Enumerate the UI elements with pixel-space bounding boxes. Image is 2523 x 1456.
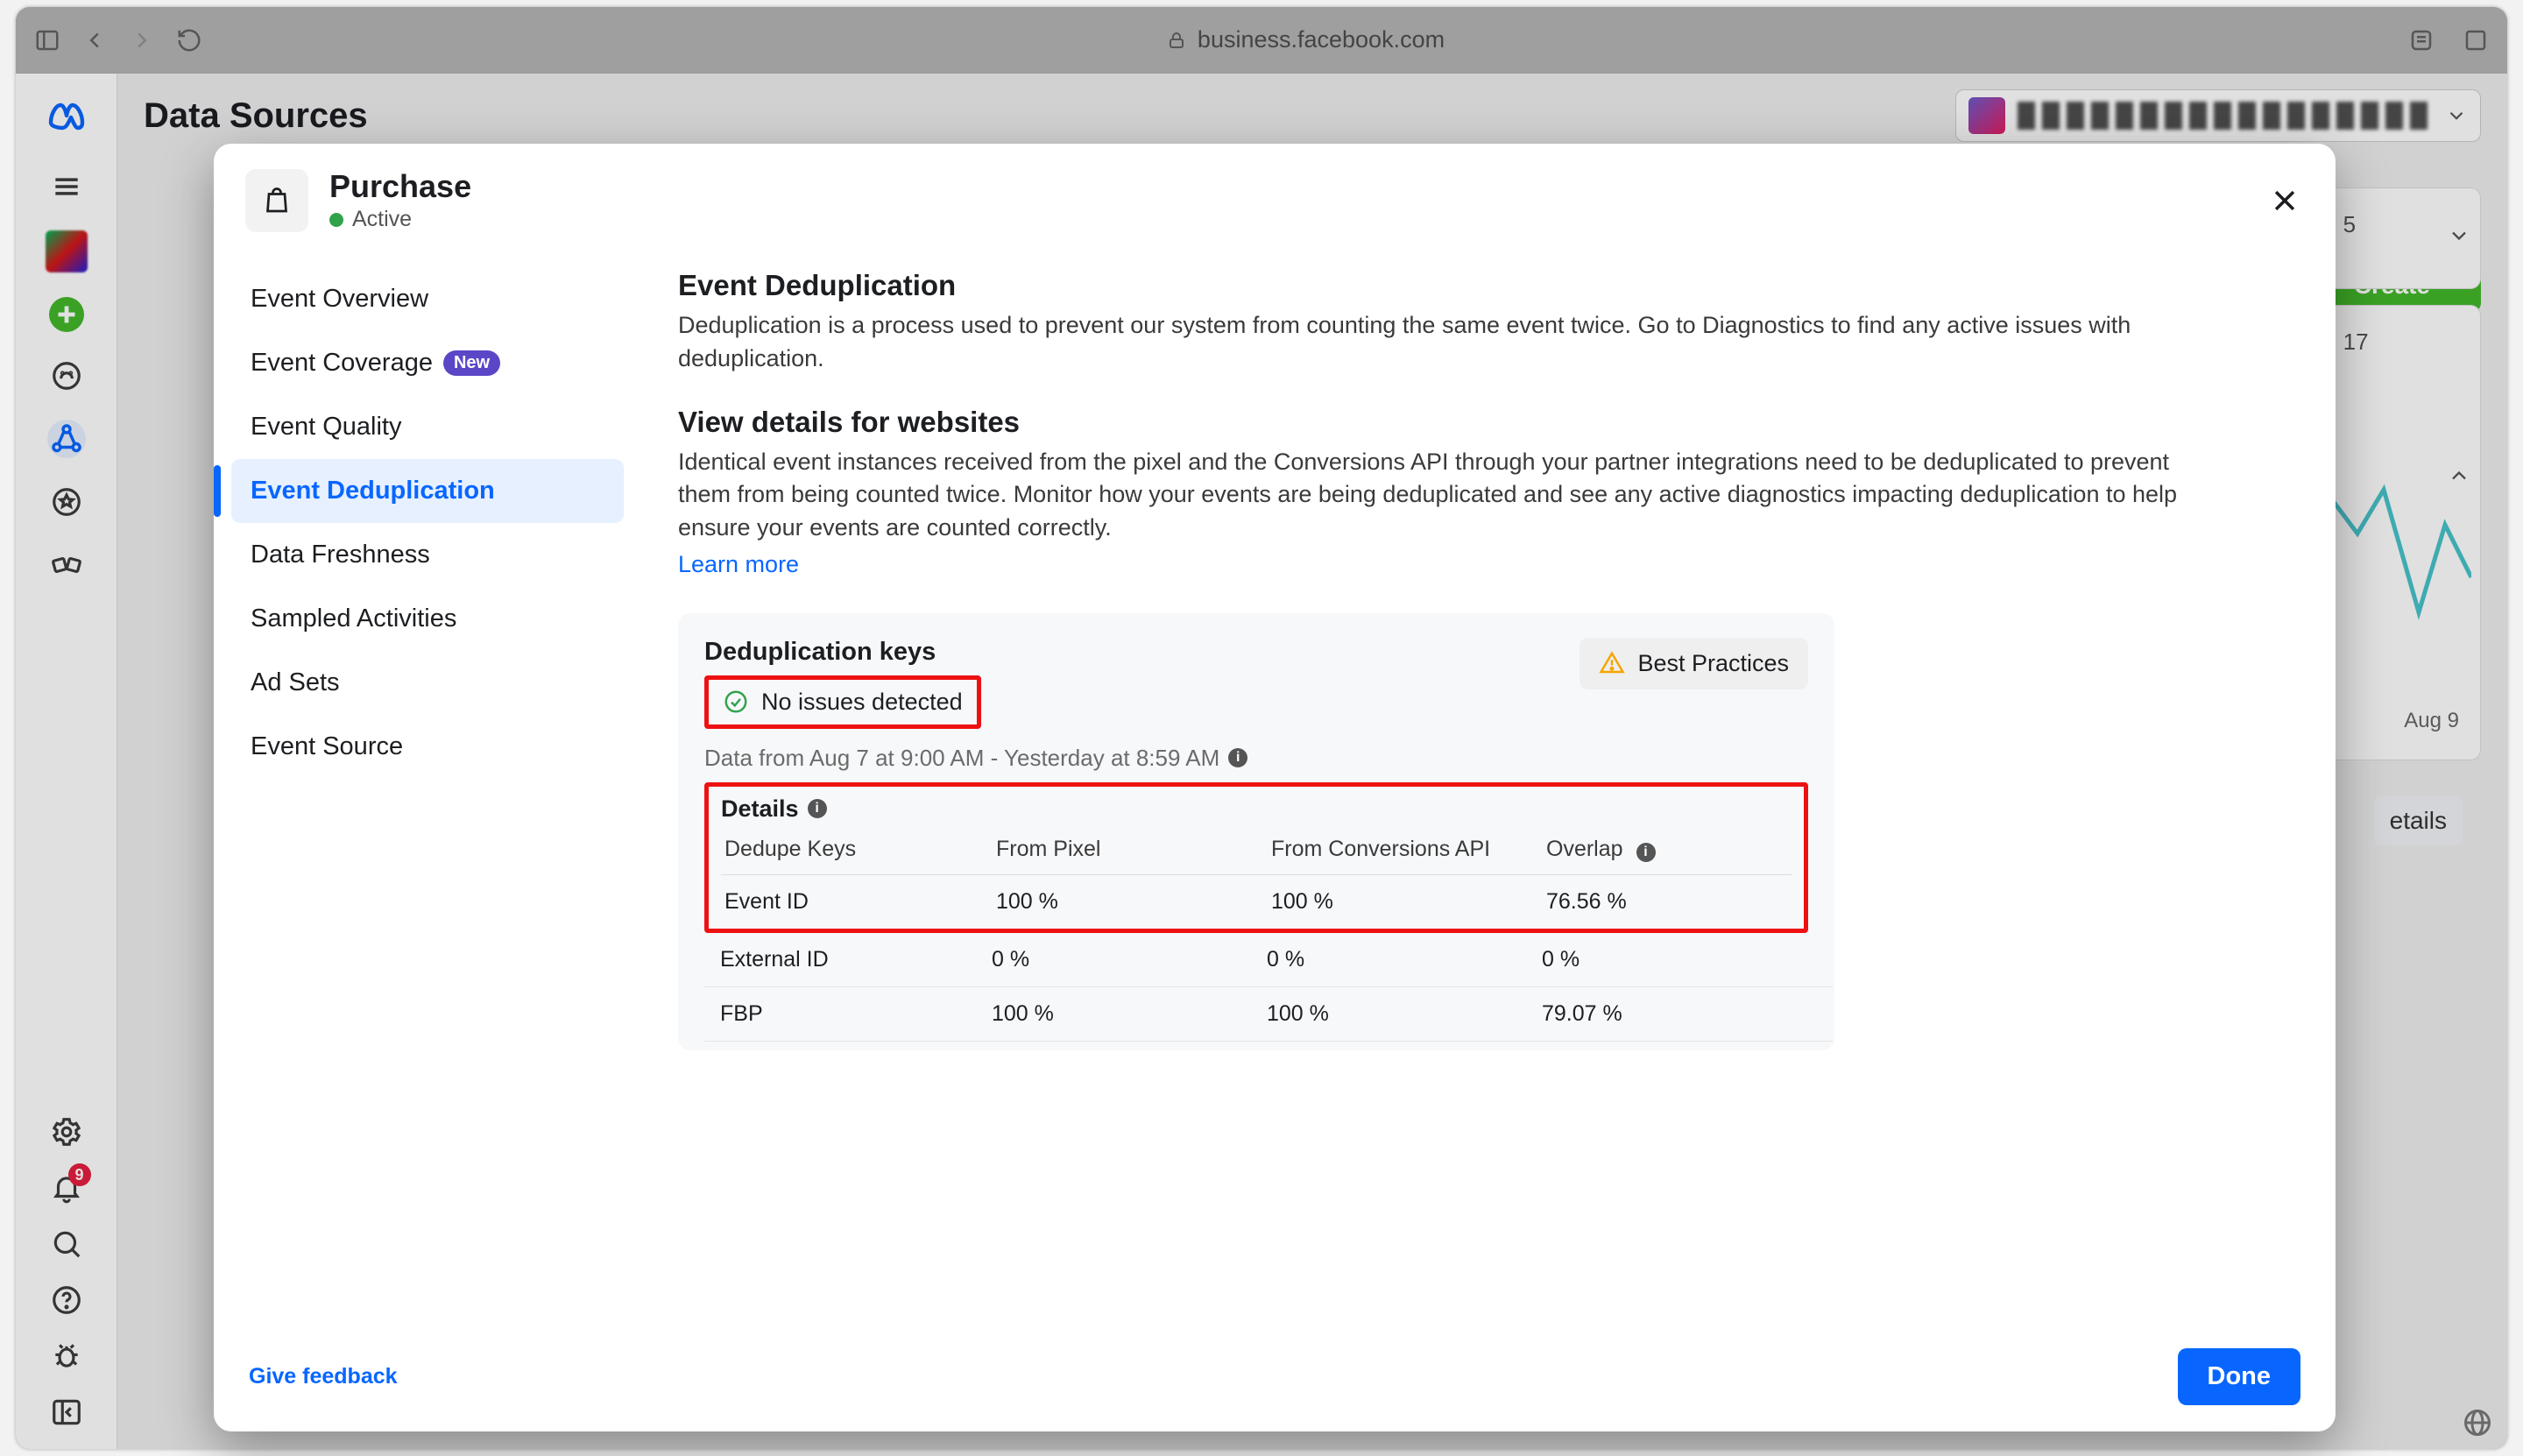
section-title-1: Event Deduplication [678, 269, 2195, 302]
table-row: External ID 0 % 0 % 0 % [704, 933, 1833, 987]
learn-more-link[interactable]: Learn more [678, 551, 799, 578]
reader-icon[interactable] [2406, 25, 2437, 56]
nav-event-overview[interactable]: Event Overview [231, 267, 624, 331]
gauge-icon[interactable] [47, 357, 86, 395]
section-desc-2: Identical event instances received from … [678, 446, 2195, 545]
event-modal: Purchase Active Event Overview Event Cov… [214, 144, 2336, 1431]
axis-label: Aug 9 [2404, 709, 2459, 733]
nav-data-freshness[interactable]: Data Freshness [231, 523, 624, 587]
summary-card-1[interactable]: d 5 s [2315, 187, 2481, 289]
meta-logo-icon[interactable] [46, 95, 88, 143]
shopping-bag-icon [245, 169, 308, 232]
modal-content: Event Deduplication Deduplication is a p… [634, 253, 2336, 1329]
account-selector[interactable] [1955, 89, 2481, 142]
new-badge: New [443, 350, 500, 376]
account-name-redacted [2018, 102, 2433, 130]
modal-header: Purchase Active [214, 144, 2336, 232]
event-title: Purchase [329, 168, 471, 205]
th-dedupe-keys: Dedupe Keys [721, 828, 993, 875]
mini-line-chart [2331, 463, 2471, 691]
details-title: Details i [721, 795, 1792, 823]
no-issues-text: No issues detected [761, 689, 963, 716]
th-overlap: Overlap i [1543, 828, 1792, 875]
best-practices-button[interactable]: Best Practices [1580, 638, 1808, 689]
dedup-table: Dedupe Keys From Pixel From Conversions … [721, 828, 1792, 929]
url-text: business.facebook.com [1198, 26, 1445, 53]
close-button[interactable] [2265, 181, 2304, 220]
page-title: Data Sources [144, 96, 368, 136]
search-icon[interactable] [47, 1225, 86, 1263]
account-thumb [1968, 97, 2005, 134]
notifications-bell-icon[interactable] [47, 1169, 86, 1207]
details-chip[interactable]: etails [2374, 796, 2463, 845]
dedup-card: Deduplication keys No issues detected Be… [678, 613, 1834, 1050]
nav-event-deduplication[interactable]: Event Deduplication [231, 459, 624, 523]
section-desc-1: Deduplication is a process used to preve… [678, 309, 2195, 376]
th-from-capi: From Conversions API [1268, 828, 1543, 875]
summary-card-2[interactable]: d 17 s Aug 9 etails [2315, 305, 2481, 760]
status-dot-icon [329, 213, 343, 227]
dedup-keys-title: Deduplication keys [704, 638, 981, 667]
warning-triangle-icon [1599, 650, 1625, 676]
tabs-icon[interactable] [2460, 25, 2491, 56]
back-icon[interactable] [79, 25, 110, 56]
left-rail [16, 74, 117, 1449]
url-bar[interactable]: business.facebook.com [221, 26, 2390, 53]
integrations-icon[interactable] [47, 546, 86, 584]
bug-icon[interactable] [47, 1337, 86, 1375]
dedup-table-continued: External ID 0 % 0 % 0 % FBP 100 % 100 % … [704, 933, 1833, 1042]
data-sources-icon[interactable] [47, 420, 86, 458]
info-icon[interactable]: i [1636, 843, 1656, 862]
sidebar-toggle-icon[interactable] [32, 25, 63, 56]
info-icon[interactable]: i [1228, 748, 1247, 767]
data-range-text: Data from Aug 7 at 9:00 AM - Yesterday a… [704, 745, 1808, 772]
right-summary-panel: d 5 s d 17 s [2315, 187, 2481, 1423]
nav-ad-sets[interactable]: Ad Sets [231, 651, 624, 715]
done-button[interactable]: Done [2178, 1348, 2301, 1405]
no-issues-highlight: No issues detected [704, 675, 981, 729]
info-icon[interactable]: i [808, 799, 827, 818]
nav-event-coverage[interactable]: Event Coverage New [231, 331, 624, 395]
modal-footer: Give feedback Done [214, 1329, 2336, 1431]
status-text: Active [352, 207, 412, 232]
check-circle-icon [723, 689, 749, 715]
section-title-2: View details for websites [678, 406, 2195, 439]
globe-icon[interactable] [2462, 1407, 2493, 1438]
hamburger-icon[interactable] [47, 167, 86, 206]
table-row: Event ID 100 % 100 % 76.56 % [721, 874, 1792, 929]
status-row: Active [329, 207, 471, 232]
browser-toolbar: business.facebook.com [16, 7, 2507, 74]
modal-side-nav: Event Overview Event Coverage New Event … [214, 253, 634, 1329]
account-avatar[interactable] [46, 230, 88, 272]
settings-gear-icon[interactable] [47, 1113, 86, 1151]
help-icon[interactable] [47, 1281, 86, 1319]
details-highlight: Details i Dedupe Keys From Pixel From Co… [704, 782, 1808, 933]
table-header-row: Dedupe Keys From Pixel From Conversions … [721, 828, 1792, 875]
collapse-rail-icon[interactable] [47, 1393, 86, 1431]
nav-event-source[interactable]: Event Source [231, 715, 624, 779]
star-badge-icon[interactable] [47, 483, 86, 521]
reload-icon[interactable] [173, 25, 205, 56]
nav-event-quality[interactable]: Event Quality [231, 395, 624, 459]
give-feedback-link[interactable]: Give feedback [249, 1364, 398, 1389]
nav-sampled-activities[interactable]: Sampled Activities [231, 587, 624, 651]
chevron-down-icon [2447, 223, 2471, 254]
forward-icon [126, 25, 158, 56]
th-from-pixel: From Pixel [993, 828, 1268, 875]
table-row: FBP 100 % 100 % 79.07 % [704, 986, 1833, 1041]
add-icon[interactable] [49, 297, 84, 332]
